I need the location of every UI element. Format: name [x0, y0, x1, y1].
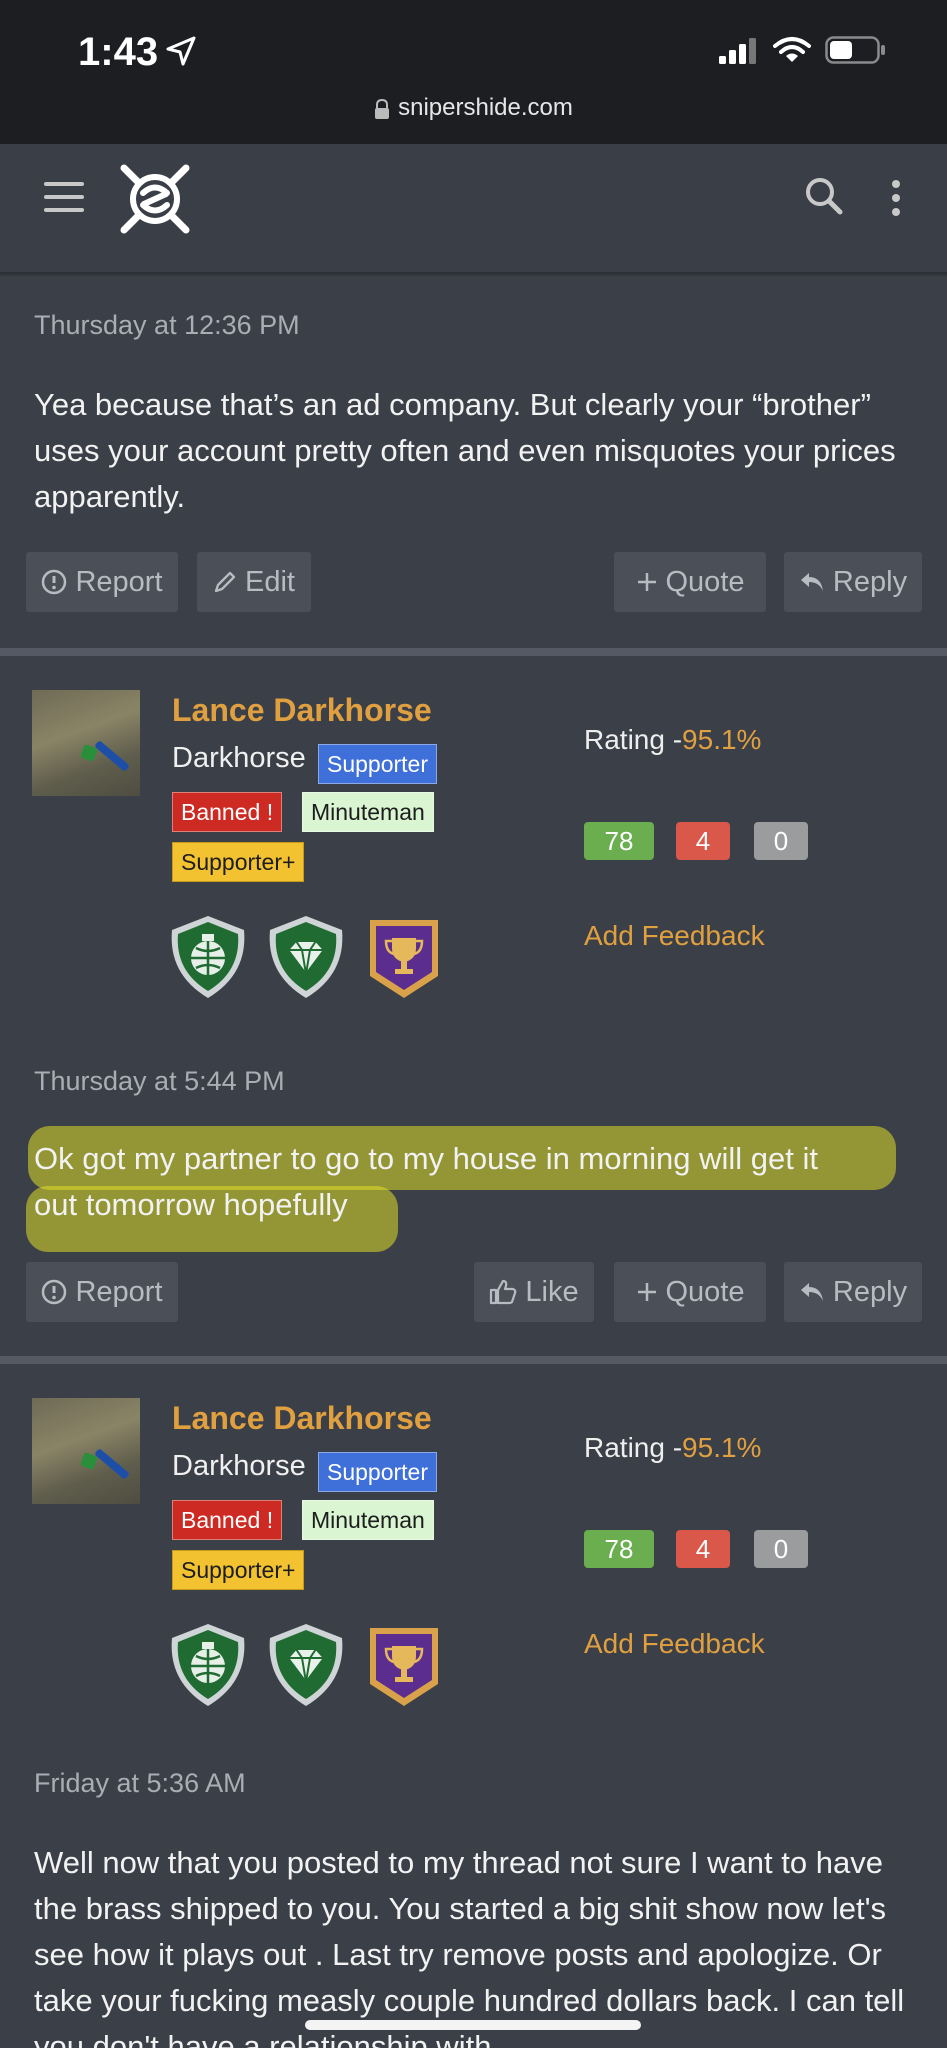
post-message: Yea because that’s an ad company. But cl… [34, 387, 896, 514]
hamburger-icon[interactable] [44, 182, 84, 216]
quote-label: Quote [665, 565, 745, 598]
rating-value: 95.1% [682, 724, 762, 755]
banned-badge: Banned ! [172, 1500, 283, 1540]
post-timestamp[interactable]: Thursday at 12:36 PM [34, 310, 300, 341]
trophy-award-icon[interactable] [362, 914, 446, 1000]
battery-icon [825, 36, 885, 64]
quote-button[interactable]: Quote [614, 1262, 766, 1322]
supporter-plus-badge: Supporter+ [172, 842, 305, 882]
minuteman-badge: Minuteman [302, 792, 434, 832]
neutral-feedback-count[interactable]: 0 [754, 1530, 808, 1568]
status-time: 1:43 [78, 30, 159, 74]
reply-arrow-icon [800, 1283, 823, 1301]
diamond-award-icon[interactable] [264, 1622, 348, 1708]
url-bar[interactable]: snipershide.com [0, 94, 947, 122]
avatar[interactable] [32, 690, 140, 796]
reply-arrow-icon [800, 573, 823, 591]
search-icon[interactable] [804, 176, 844, 216]
diamond-award-icon[interactable] [264, 914, 348, 1000]
report-label: Report [75, 1275, 163, 1308]
post-message-line: Ok got my partner to go to my house in m… [34, 1141, 818, 1176]
supporter-badge: Supporter [318, 744, 438, 784]
username-link[interactable]: Lance Darkhorse [172, 1400, 432, 1437]
lock-icon [375, 98, 390, 119]
report-button[interactable]: Report [26, 552, 178, 612]
rating: Rating -95.1% [584, 724, 761, 756]
post-message: Ok got my partner to go to my house in m… [34, 1136, 914, 1228]
plus-icon [637, 573, 656, 591]
reply-button[interactable]: Reply [784, 1262, 922, 1322]
post-3: Friday at 5:36 AM Well now that you post… [0, 1734, 947, 2048]
supporter-plus-badge: Supporter+ [172, 1550, 305, 1590]
sniperhide-logo-icon[interactable] [118, 162, 192, 236]
reply-label: Reply [832, 1275, 908, 1308]
avatar[interactable] [32, 1398, 140, 1504]
post-timestamp[interactable]: Friday at 5:36 AM [34, 1768, 246, 1799]
post-divider [0, 1356, 947, 1364]
quote-label: Quote [665, 1275, 745, 1308]
alert-circle-icon [42, 569, 67, 595]
home-indicator[interactable] [305, 2020, 641, 2030]
signal-icon [719, 38, 756, 64]
add-feedback-link[interactable]: Add Feedback [584, 920, 765, 952]
rating: Rating -95.1% [584, 1432, 761, 1464]
post-message: Well now that you posted to my thread no… [34, 1845, 905, 2048]
like-label: Like [525, 1275, 579, 1308]
supporter-badge: Supporter [318, 1452, 438, 1492]
post-1: Thursday at 12:36 PM Yea because that’s … [0, 276, 947, 648]
url-text: snipershide.com [398, 94, 573, 121]
user-title: Darkhorse [172, 742, 306, 774]
username-link[interactable]: Lance Darkhorse [172, 692, 432, 729]
thumbs-up-icon [490, 1279, 517, 1305]
rating-label: Rating - [584, 724, 683, 755]
grenade-globe-award-icon[interactable] [166, 914, 250, 1000]
post-2: Thursday at 5:44 PM Ok got my partner to… [0, 1026, 947, 1356]
post-divider [0, 648, 947, 656]
positive-feedback-count[interactable]: 78 [584, 1530, 654, 1568]
location-arrow-icon [166, 36, 196, 66]
reply-label: Reply [832, 565, 908, 598]
trophy-award-icon[interactable] [362, 1622, 446, 1708]
kebab-icon[interactable] [884, 178, 908, 218]
user-info-block: Lance Darkhorse Darkhorse Supporter Bann… [0, 1364, 947, 1734]
user-title: Darkhorse [172, 1450, 306, 1482]
report-label: Report [75, 565, 163, 598]
post-timestamp[interactable]: Thursday at 5:44 PM [34, 1066, 285, 1097]
wifi-icon [773, 37, 811, 62]
report-button[interactable]: Report [26, 1262, 178, 1322]
status-icons [719, 36, 887, 64]
edit-label: Edit [245, 565, 295, 598]
plus-icon [637, 1283, 656, 1301]
minuteman-badge: Minuteman [302, 1500, 434, 1540]
rating-label: Rating - [584, 1432, 683, 1463]
quote-button[interactable]: Quote [614, 552, 766, 612]
reply-button[interactable]: Reply [784, 552, 922, 612]
edit-button[interactable]: Edit [197, 552, 311, 612]
add-feedback-link[interactable]: Add Feedback [584, 1628, 765, 1660]
pencil-icon [214, 571, 236, 593]
banned-badge: Banned ! [172, 792, 283, 832]
post-message-line: out tomorrow hopefully [34, 1187, 348, 1222]
negative-feedback-count[interactable]: 4 [676, 1530, 730, 1568]
negative-feedback-count[interactable]: 4 [676, 822, 730, 860]
grenade-globe-award-icon[interactable] [166, 1622, 250, 1708]
status-bar: 1:43 snipershide.com [0, 0, 947, 144]
site-header [0, 144, 947, 274]
neutral-feedback-count[interactable]: 0 [754, 822, 808, 860]
positive-feedback-count[interactable]: 78 [584, 822, 654, 860]
rating-value: 95.1% [682, 1432, 762, 1463]
alert-circle-icon [42, 1279, 67, 1305]
like-button[interactable]: Like [474, 1262, 594, 1322]
user-info-block: Lance Darkhorse Darkhorse Supporter Bann… [0, 656, 947, 1026]
